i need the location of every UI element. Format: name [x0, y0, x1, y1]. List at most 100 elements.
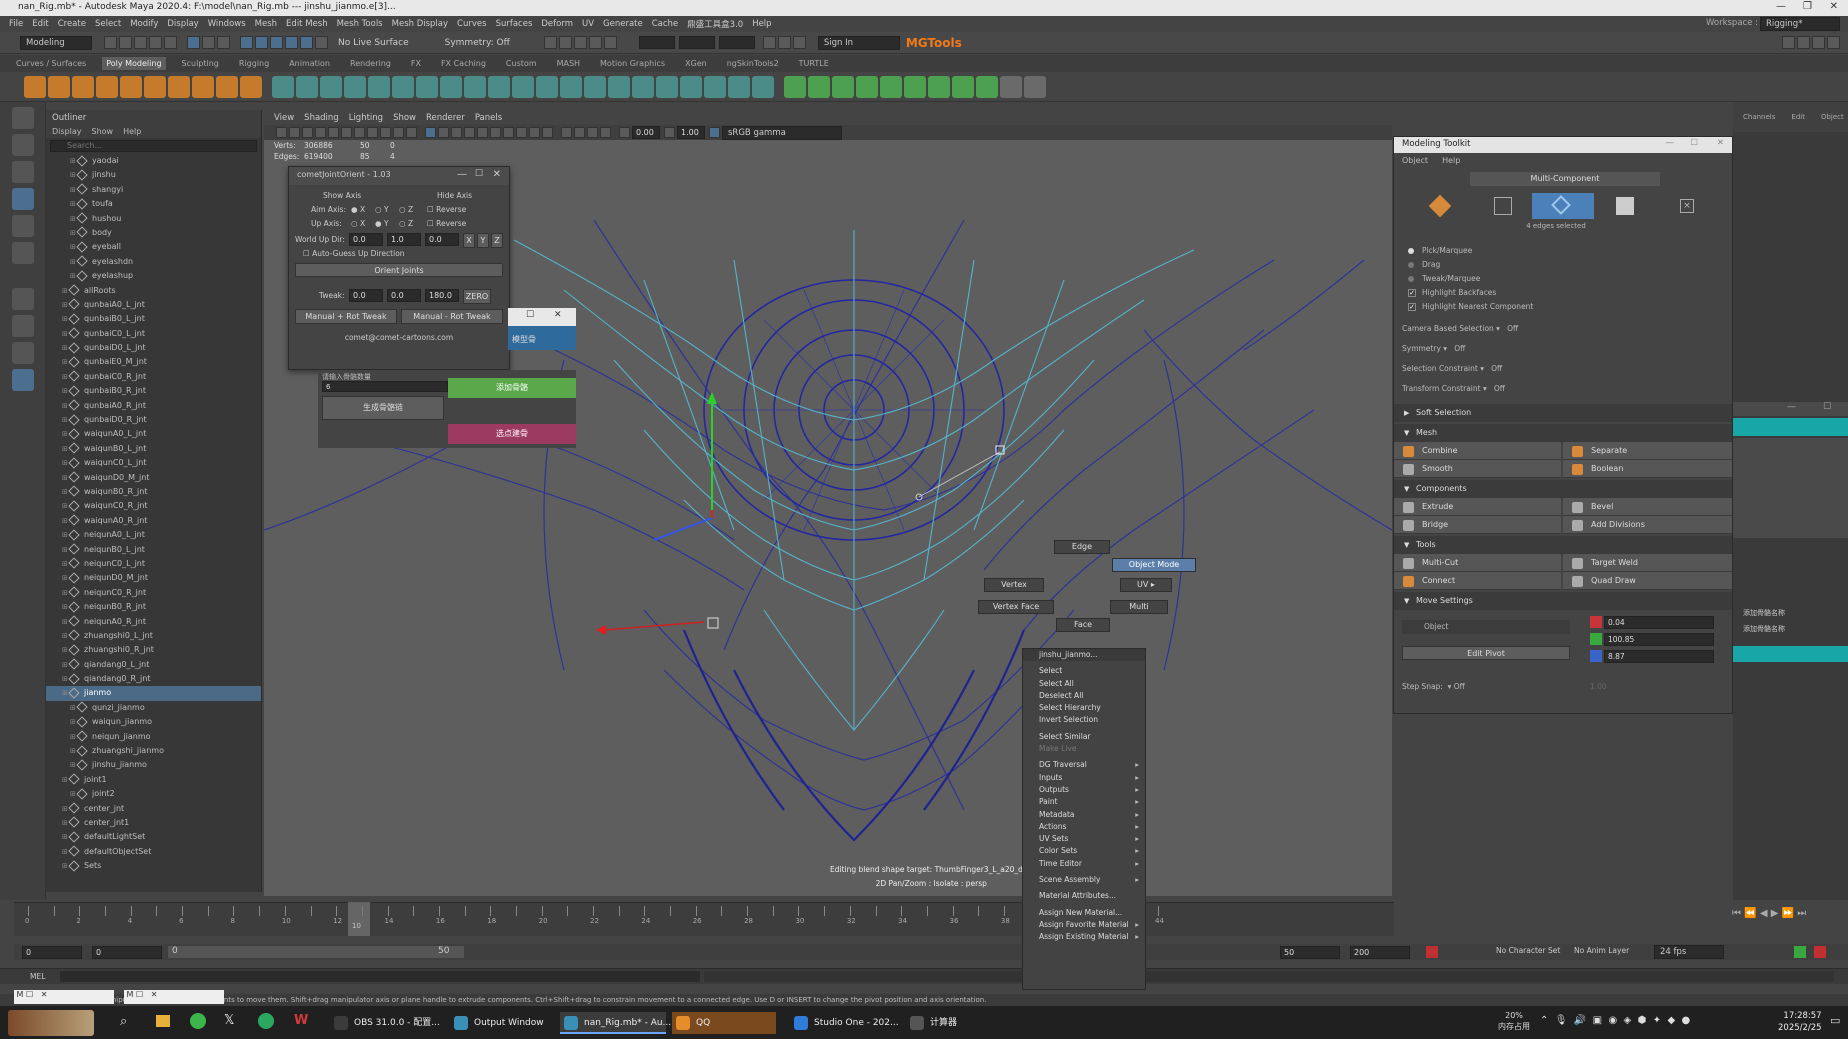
bevel-shelf-icon[interactable]	[464, 75, 486, 98]
safe-title-icon[interactable]	[406, 127, 417, 138]
outliner-item[interactable]: ⊞ zhuangshi_jianmo	[46, 744, 261, 758]
hypershade-icon[interactable]	[603, 36, 617, 49]
add-bone-button[interactable]: 添加骨骼	[448, 378, 576, 398]
xray-icon[interactable]	[574, 127, 585, 138]
textured-icon[interactable]	[464, 127, 475, 138]
loop-icon[interactable]	[1794, 946, 1806, 958]
menu-cache-16[interactable]: Cache	[652, 19, 678, 29]
field-chart-icon[interactable]	[380, 127, 391, 138]
outliner-item[interactable]: ⊞ body	[46, 226, 261, 240]
menu-select-3[interactable]: Select	[95, 19, 121, 29]
memory-indicator[interactable]: 20% 内存占用	[1498, 1010, 1530, 1032]
outliner-item[interactable]: ⊞ qiandang0_L_jnt	[46, 658, 261, 672]
wireframe-icon[interactable]	[425, 127, 436, 138]
outliner-item[interactable]: ⊞ waiqunC0_L_jnt	[46, 456, 261, 470]
bevel-button[interactable]: Bevel	[1563, 498, 1732, 516]
volume-icon[interactable]: 🔊	[1574, 1015, 1586, 1026]
shelf-tab-rigging[interactable]: Rigging	[235, 57, 273, 70]
tray-app-icon-2[interactable]: ◈	[1624, 1015, 1632, 1026]
maximize-icon[interactable]: ☐	[1690, 138, 1698, 148]
backface-icon[interactable]	[600, 127, 611, 138]
aim-z-radio[interactable]: ○ Z	[399, 205, 413, 214]
outliner-item[interactable]: ⊞ jianmo	[46, 686, 261, 701]
shelf-tab-fx[interactable]: FX	[407, 57, 425, 70]
lasso-tool-icon[interactable]	[12, 134, 34, 156]
context-item-paint[interactable]: Paint ▸	[1023, 796, 1145, 808]
channel-tab-object[interactable]: Object	[1821, 113, 1844, 121]
minimized-window-2[interactable]: M ☐ ✕	[124, 990, 224, 1004]
render-settings-icon[interactable]	[588, 36, 602, 49]
shelf-tab-curves-surfaces[interactable]: Curves / Surfaces	[12, 57, 90, 70]
outliner-item[interactable]: ⊞ center_jnt	[46, 802, 261, 816]
sound-icon[interactable]	[1814, 946, 1826, 958]
poly-torus-icon[interactable]	[144, 75, 166, 98]
context-item-dg-traversal[interactable]: DG Traversal ▸	[1023, 759, 1145, 771]
outliner-item[interactable]: ⊞ qunbaiD0_L_jnt	[46, 341, 261, 355]
world-up-x-button[interactable]: X	[463, 233, 475, 248]
outliner-layout-icon[interactable]	[12, 369, 34, 391]
edit-pivot-button[interactable]: Edit Pivot	[1402, 646, 1570, 660]
context-item-color-sets[interactable]: Color Sets ▸	[1023, 845, 1145, 857]
render-frame-icon[interactable]	[558, 36, 572, 49]
step-snap-value[interactable]: 1.00	[1590, 680, 1607, 694]
outliner-item[interactable]: ⊞ neiqunC0_L_jnt	[46, 557, 261, 571]
minimize-icon[interactable]: —	[1776, 1, 1786, 12]
viewport-menu-show[interactable]: Show	[393, 113, 416, 123]
outliner-item[interactable]: ⊞ neiqunB0_R_jnt	[46, 600, 261, 614]
aim-y-radio[interactable]: ○ Y	[375, 205, 389, 214]
chamfer-icon[interactable]	[584, 75, 606, 98]
sign-in-button[interactable]: Sign In	[817, 35, 900, 50]
x-app-icon[interactable]: 𝕏	[224, 1013, 234, 1028]
exposure-field[interactable]: 0.00	[632, 126, 660, 139]
move-z-field[interactable]: 8.87	[1604, 650, 1714, 663]
tweak-z-field[interactable]: 180.0	[425, 289, 459, 302]
xray-joints-icon[interactable]	[587, 127, 598, 138]
status-icon-1[interactable]	[762, 36, 776, 49]
maximize-icon[interactable]: ☐	[1823, 402, 1831, 412]
symmetry-label[interactable]: Symmetry: Off	[445, 38, 510, 48]
outliner-item[interactable]: ⊞ Sets	[46, 859, 261, 873]
outliner-item[interactable]: ⊞ waiqunB0_R_jnt	[46, 485, 261, 499]
shelf-tab-sculpting[interactable]: Sculpting	[178, 57, 223, 70]
viewport-menu-lighting[interactable]: Lighting	[349, 113, 383, 123]
context-item-actions[interactable]: Actions ▸	[1023, 821, 1145, 833]
taskbar-item-2[interactable]: nan_Rig.mb* - Au...	[560, 1012, 671, 1034]
poly-text-icon[interactable]	[216, 75, 238, 98]
poly-svg-icon[interactable]	[240, 75, 262, 98]
selection-constraint[interactable]: Selection Constraint ▾ Off	[1394, 362, 1732, 376]
marking-object-mode[interactable]: Object Mode	[1112, 558, 1196, 572]
outliner-item[interactable]: ⊞ neiqunD0_M_jnt	[46, 571, 261, 585]
search-icon[interactable]: ⌕	[120, 1014, 127, 1029]
context-item-assign-favorite-material[interactable]: Assign Favorite Material ▸	[1023, 919, 1145, 931]
step-forward-icon[interactable]: ⏩	[1782, 908, 1794, 919]
mel-input[interactable]	[60, 971, 700, 982]
minimize-icon[interactable]: —	[457, 169, 467, 180]
sew-uv-icon[interactable]	[952, 75, 974, 98]
face-mode-icon[interactable]	[1616, 197, 1634, 215]
small-tool-tab[interactable]: 模型骨	[512, 334, 536, 345]
vertex-mode-icon[interactable]	[1494, 197, 1512, 215]
scale-tool-icon[interactable]	[12, 242, 34, 264]
microphone-icon[interactable]: 🎙	[1555, 1015, 1568, 1026]
outliner-item[interactable]: ⊞ waiqunA0_L_jnt	[46, 427, 261, 441]
shelf-tab-poly-modeling[interactable]: Poly Modeling	[102, 57, 166, 70]
outliner-item[interactable]: ⊞ neiqunB0_L_jnt	[46, 543, 261, 557]
context-item-select-hierarchy[interactable]: Select Hierarchy	[1023, 702, 1145, 714]
move-y-field[interactable]: 100.85	[1604, 633, 1714, 646]
start-frame-field[interactable]: 0	[22, 946, 82, 959]
bookmark-icon[interactable]	[302, 127, 313, 138]
snap-grid-icon[interactable]	[240, 36, 253, 49]
outliner-item[interactable]: ⊞ qunbaiC0_L_jnt	[46, 327, 261, 341]
move-x-field[interactable]: 0.04	[1604, 616, 1714, 629]
start-banner[interactable]	[8, 1010, 94, 1036]
play-forward-icon[interactable]: ▶	[1771, 908, 1779, 919]
clock[interactable]: 17:28:57 2025/2/25	[1778, 1010, 1822, 1034]
range-slider[interactable]: 0 50	[168, 946, 464, 958]
menu-uv-14[interactable]: UV	[582, 19, 594, 29]
channel-tab-channels[interactable]: Channels	[1743, 113, 1775, 121]
components-section[interactable]: ▼ Components	[1394, 480, 1732, 498]
close-icon[interactable]: ✕	[1717, 138, 1724, 148]
context-item-make-live[interactable]: Make Live	[1023, 743, 1145, 755]
option-highlight-backfaces[interactable]: ✓ Highlight Backfaces	[1394, 286, 1732, 300]
uv-mode-icon[interactable]: ×	[1680, 199, 1694, 213]
